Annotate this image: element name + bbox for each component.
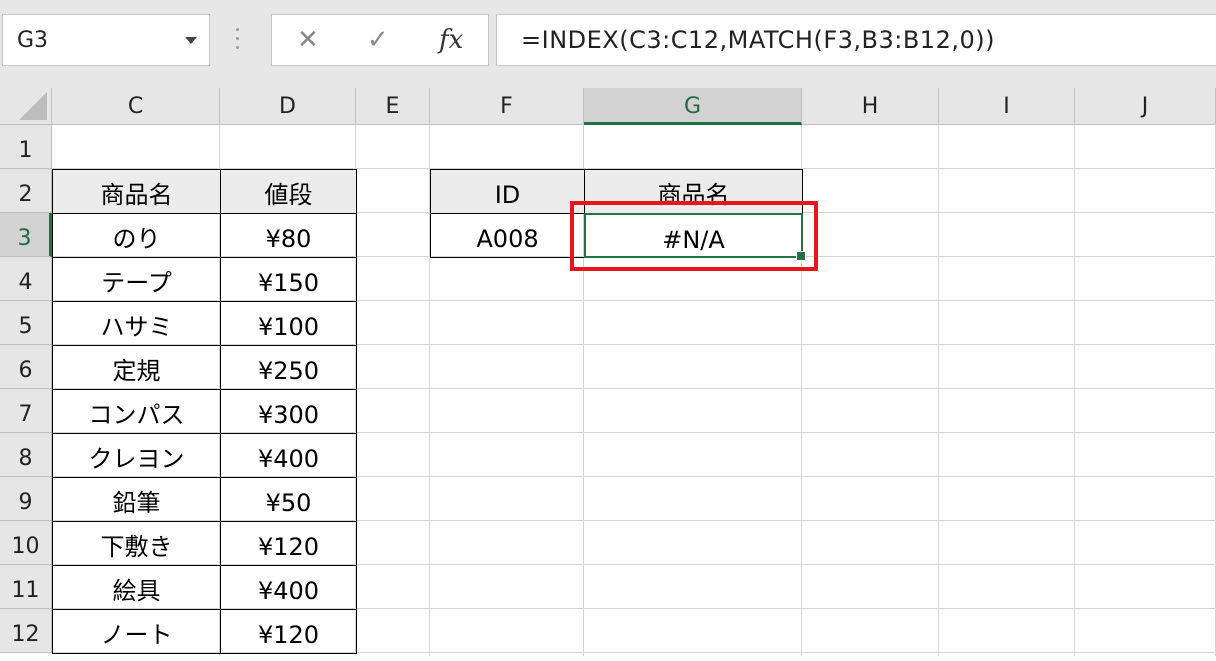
row-header-1[interactable]: 1	[0, 125, 52, 169]
product-name-cell[interactable]: 定規	[52, 345, 221, 390]
product-name-cell[interactable]: 絵具	[52, 565, 221, 610]
formula-text: =INDEX(C3:C12,MATCH(F3,B3:B12,0))	[521, 26, 995, 54]
column-header-g[interactable]: G	[584, 88, 802, 125]
gridline	[1074, 125, 1075, 656]
product-name-cell[interactable]: テープ	[52, 257, 221, 302]
product-name-cell[interactable]: 鉛筆	[52, 477, 221, 522]
product-name-cell[interactable]: ノート	[52, 609, 221, 654]
name-box-value: G3	[17, 28, 49, 53]
column-header-h[interactable]: H	[802, 88, 939, 125]
column-header-c[interactable]: C	[52, 88, 220, 125]
product-name-cell[interactable]: コンパス	[52, 389, 221, 434]
product-price-cell[interactable]: ¥400	[220, 565, 357, 610]
formula-input[interactable]: =INDEX(C3:C12,MATCH(F3,B3:B12,0))	[496, 14, 1216, 66]
lookup-id-cell[interactable]: A008	[430, 213, 585, 258]
product-name-cell[interactable]: ハサミ	[52, 301, 221, 346]
table-header-product-name[interactable]: 商品名	[52, 169, 221, 214]
product-price-cell[interactable]: ¥400	[220, 433, 357, 478]
product-price-cell[interactable]: ¥120	[220, 521, 357, 566]
column-header-f[interactable]: F	[430, 88, 584, 125]
highlight-box	[570, 201, 818, 271]
column-header-i[interactable]: I	[939, 88, 1075, 125]
formula-bar: G3 ✕ ✓ fx =INDEX(C3:C12,MATCH(F3,B3:B12,…	[0, 0, 1216, 88]
column-header-d[interactable]: D	[220, 88, 356, 125]
row-header-4[interactable]: 4	[0, 257, 52, 301]
product-price-cell[interactable]: ¥300	[220, 389, 357, 434]
row-header-6[interactable]: 6	[0, 345, 52, 389]
gridline	[938, 125, 939, 656]
product-name-cell[interactable]: のり	[52, 213, 221, 258]
row-header-9[interactable]: 9	[0, 477, 52, 521]
chevron-down-icon[interactable]	[185, 37, 197, 44]
product-name-cell[interactable]: 下敷き	[52, 521, 221, 566]
enter-icon[interactable]: ✓	[367, 27, 389, 53]
lookup-header-id[interactable]: ID	[430, 169, 585, 214]
row-header-12[interactable]: 12	[0, 609, 52, 653]
row-header-3[interactable]: 3	[0, 213, 52, 257]
table-header-price[interactable]: 値段	[220, 169, 357, 214]
column-header-j[interactable]: J	[1075, 88, 1216, 125]
name-box[interactable]: G3	[2, 14, 210, 66]
cancel-icon[interactable]: ✕	[297, 27, 319, 53]
product-price-cell[interactable]: ¥250	[220, 345, 357, 390]
product-price-cell[interactable]: ¥150	[220, 257, 357, 302]
product-price-cell[interactable]: ¥100	[220, 301, 357, 346]
product-price-cell[interactable]: ¥80	[220, 213, 357, 258]
product-price-cell[interactable]: ¥120	[220, 609, 357, 654]
row-header-7[interactable]: 7	[0, 389, 52, 433]
product-name-cell[interactable]: クレヨン	[52, 433, 221, 478]
row-header-8[interactable]: 8	[0, 433, 52, 477]
row-header-10[interactable]: 10	[0, 521, 52, 565]
row-header-2[interactable]: 2	[0, 169, 52, 213]
column-header-e[interactable]: E	[356, 88, 430, 125]
more-options-icon[interactable]	[236, 28, 240, 52]
row-header-5[interactable]: 5	[0, 301, 52, 345]
product-price-cell[interactable]: ¥50	[220, 477, 357, 522]
formula-buttons: ✕ ✓ fx	[271, 14, 489, 66]
worksheet-grid: CDEFGHIJ 1 2 3 4 5 6 7 8 9 10 11 12 商品名 値段 のり ¥80 テープ ¥1…	[0, 88, 1216, 656]
row-header-11[interactable]: 11	[0, 565, 52, 609]
select-all-corner[interactable]	[0, 88, 52, 125]
insert-function-icon[interactable]: fx	[439, 25, 463, 55]
